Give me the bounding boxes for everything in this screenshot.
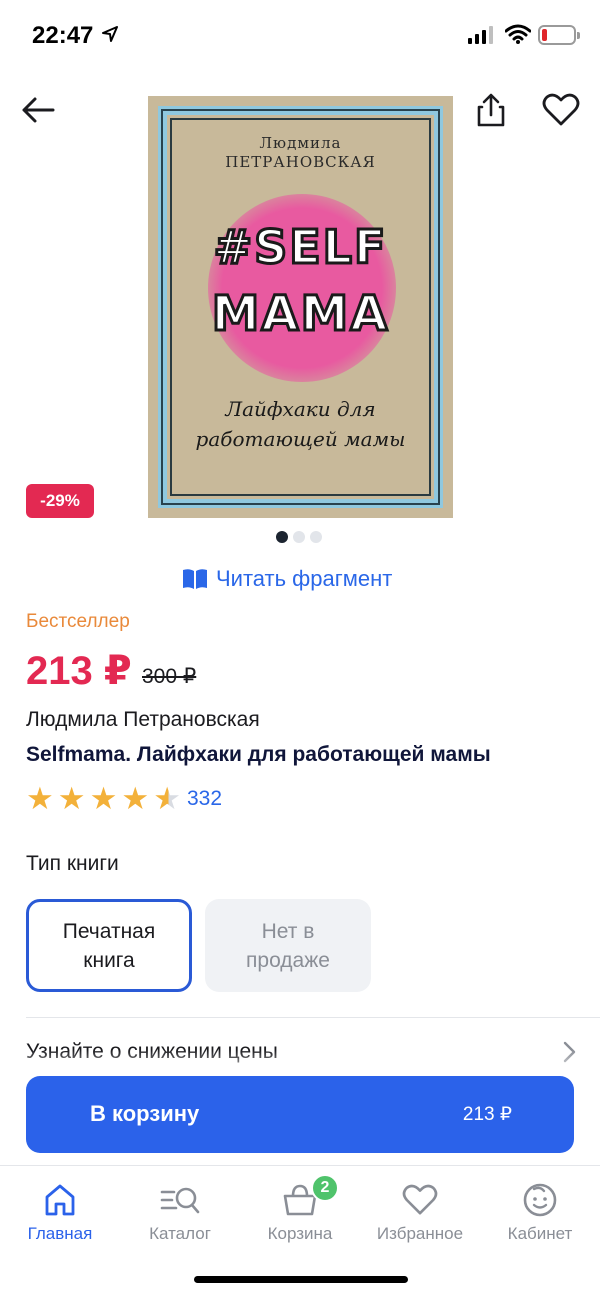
- share-icon: [477, 93, 505, 127]
- cover-title-line2: MAMA: [210, 285, 390, 344]
- add-to-cart-label: В корзину: [90, 1101, 200, 1126]
- tab-cart[interactable]: 2 Корзина: [240, 1174, 360, 1244]
- favorite-button[interactable]: [539, 88, 583, 132]
- discount-badge: -29%: [26, 484, 94, 518]
- status-bar: 22:47: [0, 0, 600, 72]
- book-type-option-print[interactable]: Печатная книга: [26, 899, 192, 992]
- pager-dot[interactable]: [310, 531, 322, 543]
- star-half-icon: ★: [153, 781, 181, 816]
- heart-icon: [542, 93, 580, 126]
- heart-icon: [402, 1184, 438, 1215]
- back-button[interactable]: [16, 88, 60, 132]
- catalog-search-icon: [160, 1187, 200, 1214]
- star-icon: ★: [26, 781, 54, 816]
- cover-title-line1: #SELF: [212, 219, 388, 276]
- book-cover-image[interactable]: Людмила ПЕТРАНОВСКАЯ #SELF MAMA Лайфхаки…: [148, 96, 453, 518]
- wifi-icon: [505, 24, 531, 44]
- profile-icon: [523, 1183, 557, 1217]
- tab-catalog[interactable]: Каталог: [120, 1180, 240, 1244]
- home-indicator[interactable]: [194, 1276, 408, 1283]
- tab-home[interactable]: Главная: [0, 1180, 120, 1244]
- add-to-cart-button[interactable]: В корзину 213 ₽: [26, 1076, 574, 1153]
- current-price: 213 ₽: [26, 649, 132, 693]
- add-to-cart-price: 213 ₽: [462, 1104, 512, 1125]
- arrow-left-icon: [22, 97, 55, 123]
- tab-label: Главная: [27, 1224, 93, 1243]
- divider: [26, 1017, 600, 1018]
- tab-label: Корзина: [267, 1224, 333, 1243]
- read-fragment-link[interactable]: Читать фрагмент: [182, 566, 392, 592]
- tab-label: Избранное: [376, 1224, 464, 1243]
- book-type-option-unavailable[interactable]: Нет в продаже: [205, 899, 371, 992]
- home-icon: [45, 1184, 75, 1216]
- star-icon: ★: [57, 781, 86, 816]
- open-book-icon: [183, 569, 207, 589]
- pager-dot[interactable]: [293, 531, 305, 543]
- book-type-option-label: Нет в продаже: [246, 919, 330, 972]
- cover-subtitle: Лайфхаки для работающей мамы: [195, 397, 406, 451]
- read-fragment-label: Читать фрагмент: [216, 566, 393, 591]
- reviews-count[interactable]: 332: [187, 787, 222, 811]
- tab-label: Кабинет: [507, 1224, 573, 1243]
- star-icon: ★: [89, 781, 118, 816]
- status-time: 22:47: [32, 22, 94, 49]
- book-author[interactable]: Людмила Петрановская: [26, 708, 260, 732]
- tab-profile[interactable]: Кабинет: [480, 1180, 600, 1244]
- battery-icon: [538, 25, 580, 45]
- pager-dot-active[interactable]: [276, 531, 288, 543]
- tab-label: Каталог: [149, 1224, 211, 1243]
- old-price: 300 ₽: [142, 665, 197, 688]
- cart-count-badge: 2: [311, 1174, 339, 1202]
- cellular-signal-icon: [468, 26, 493, 44]
- image-pager-dots[interactable]: [276, 531, 322, 543]
- bestseller-label: Бестселлер: [26, 611, 130, 632]
- book-type-option-label: Печатная книга: [62, 919, 156, 972]
- book-type-label: Тип книги: [26, 852, 119, 875]
- share-button[interactable]: [469, 88, 513, 132]
- cover-author: Людмила ПЕТРАНОВСКАЯ: [225, 134, 376, 171]
- rating-stars[interactable]: ★ ★ ★ ★ ★ 332: [26, 781, 222, 816]
- tab-favorites[interactable]: Избранное: [360, 1180, 480, 1244]
- star-icon: ★: [121, 781, 150, 816]
- location-arrow-icon: [102, 26, 118, 42]
- book-title: Selfmama. Лайфхаки для работающей мамы: [26, 743, 491, 766]
